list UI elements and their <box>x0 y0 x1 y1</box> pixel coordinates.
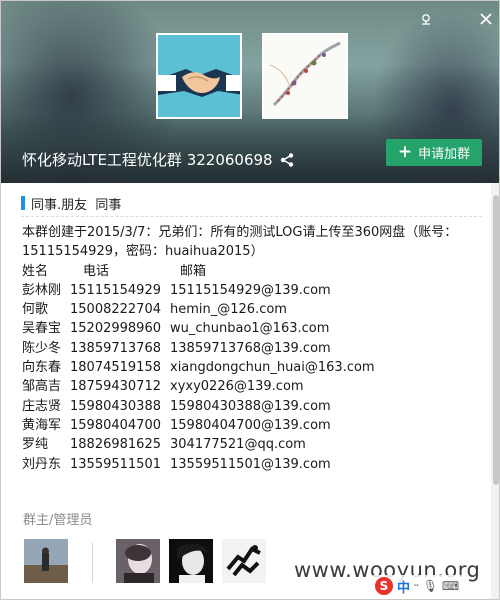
contact-phone: 18826981625 <box>70 437 161 453</box>
contact-name: 罗纯 <box>22 437 49 453</box>
contact-phone: 13559511501 <box>70 456 161 472</box>
contact-phone: 15202998960 <box>70 321 161 337</box>
admin-avatar[interactable] <box>222 539 266 583</box>
contact-row: 彭林刚 15115154929 15115154929@139.com <box>22 281 480 300</box>
contact-row: 何歌 15008222704 hemin_@126.com <box>22 300 480 319</box>
group-name: 怀化移动LTE工程优化群 322060698 <box>22 151 273 169</box>
share-icon[interactable] <box>279 152 295 168</box>
contact-phone: 15980430388 <box>70 398 161 414</box>
handshake-photo[interactable] <box>156 33 242 119</box>
contact-mail: wu_chunbao1@163.com <box>170 321 330 337</box>
contact-mail: 15980404700@139.com <box>170 417 331 433</box>
contact-phone: 13859713768 <box>70 340 161 356</box>
contact-table: 姓名 电话 邮箱 彭林刚 15115154929 15115154929@139.c… <box>22 262 480 474</box>
contact-phone: 15980404700 <box>70 417 161 433</box>
apply-join-label: 申请加群 <box>418 147 471 162</box>
contact-name: 彭林刚 <box>22 282 62 298</box>
close-icon[interactable] <box>475 9 497 29</box>
contact-phone: 18074519158 <box>70 360 161 376</box>
contact-row: 吴春宝 15202998960 wu_chunbao1@163.com <box>22 319 480 338</box>
admin-avatar[interactable] <box>169 539 213 583</box>
owner-avatar[interactable] <box>24 539 68 583</box>
contact-row: 黄海军 15980404700 15980404700@139.com <box>22 416 480 435</box>
section-divider <box>21 216 482 217</box>
contact-mail: xyxy0226@139.com <box>170 379 304 395</box>
ime-toolbar[interactable]: S 中 ᵕ 🎙 ⌨ <box>371 575 464 597</box>
group-info-panel: 同事.朋友 同事 本群创建于2015/3/7：兄弟们：所有的测试LOG请上传至3… <box>1 183 491 599</box>
header-phone: 电话 <box>83 263 110 279</box>
admin-avatar[interactable] <box>116 539 160 583</box>
contact-name: 黄海军 <box>22 417 62 433</box>
contact-name: 庄志贤 <box>22 398 62 414</box>
contact-phone: 18759430712 <box>70 379 161 395</box>
contact-mail: hemin_@126.com <box>170 302 287 318</box>
contact-row: 刘丹东 13559511501 13559511501@139.com <box>22 455 480 474</box>
avatar-separator <box>92 543 93 583</box>
ime-language-toggle[interactable]: 中 <box>397 577 410 596</box>
announcement-line-1: 本群创建于2015/3/7：兄弟们：所有的测试LOG请上传至360网盘（账号： <box>22 225 458 240</box>
contact-mail: 13559511501@139.com <box>170 456 331 472</box>
contact-name: 向东春 <box>22 360 62 376</box>
contact-mail: 15980430388@139.com <box>170 398 331 414</box>
group-title-row: 怀化移动LTE工程优化群 322060698 <box>22 149 295 170</box>
vertical-scrollbar[interactable] <box>491 183 499 599</box>
contact-name: 邹高吉 <box>22 379 62 395</box>
contact-mail: 13859713768@139.com <box>170 340 331 356</box>
contact-row: 邹高吉 18759430712 xyxy0226@139.com <box>22 377 480 396</box>
contact-row: 向东春 18074519158 xiangdongchun_huai@163.com <box>22 358 480 377</box>
contact-phone: 15008222704 <box>70 302 161 318</box>
admins-heading: 群主/管理员 <box>23 513 93 528</box>
contact-header-row: 姓名 电话 邮箱 <box>22 262 480 281</box>
contact-name: 刘丹东 <box>22 456 62 472</box>
contact-mail: 15115154929@139.com <box>170 282 331 298</box>
map-photo[interactable] <box>262 33 348 119</box>
contact-mail: xiangdongchun_huai@163.com <box>170 360 375 376</box>
ime-tools-icons[interactable]: ᵕ 🎙 ⌨ <box>414 579 459 593</box>
group-announcement: 本群创建于2015/3/7：兄弟们：所有的测试LOG请上传至360网盘（账号： … <box>22 223 480 474</box>
contact-name: 陈少冬 <box>22 340 62 356</box>
contact-name: 吴春宝 <box>22 321 62 337</box>
tag-accent-bar <box>21 196 25 210</box>
ime-logo-icon[interactable]: S <box>375 577 393 595</box>
contact-mail: 304177521@qq.com <box>170 437 306 453</box>
contact-row: 罗纯 18826981625 304177521@qq.com <box>22 435 480 454</box>
announcement-line-2: 15115154929，密码：huaihua2015） <box>22 244 264 260</box>
pin-icon[interactable] <box>415 9 437 29</box>
header-mail: 邮箱 <box>180 263 207 279</box>
contact-row: 庄志贤 15980430388 15980430388@139.com <box>22 397 480 416</box>
contact-phone: 15115154929 <box>70 282 161 298</box>
scrollbar-thumb[interactable] <box>493 195 499 485</box>
contact-name: 何歌 <box>22 302 49 318</box>
apply-join-button[interactable]: + 申请加群 <box>386 139 482 166</box>
plus-icon: + <box>397 142 413 162</box>
contact-row: 陈少冬 13859713768 13859713768@139.com <box>22 339 480 358</box>
header-name: 姓名 <box>22 263 49 279</box>
group-profile-window: 怀化移动LTE工程优化群 322060698 + 申请加群 同事.朋友 同事 本… <box>0 0 500 600</box>
group-tags: 同事.朋友 同事 <box>21 195 122 213</box>
group-tag-text: 同事.朋友 同事 <box>31 197 122 213</box>
group-banner: 怀化移动LTE工程优化群 322060698 + 申请加群 <box>1 1 499 183</box>
